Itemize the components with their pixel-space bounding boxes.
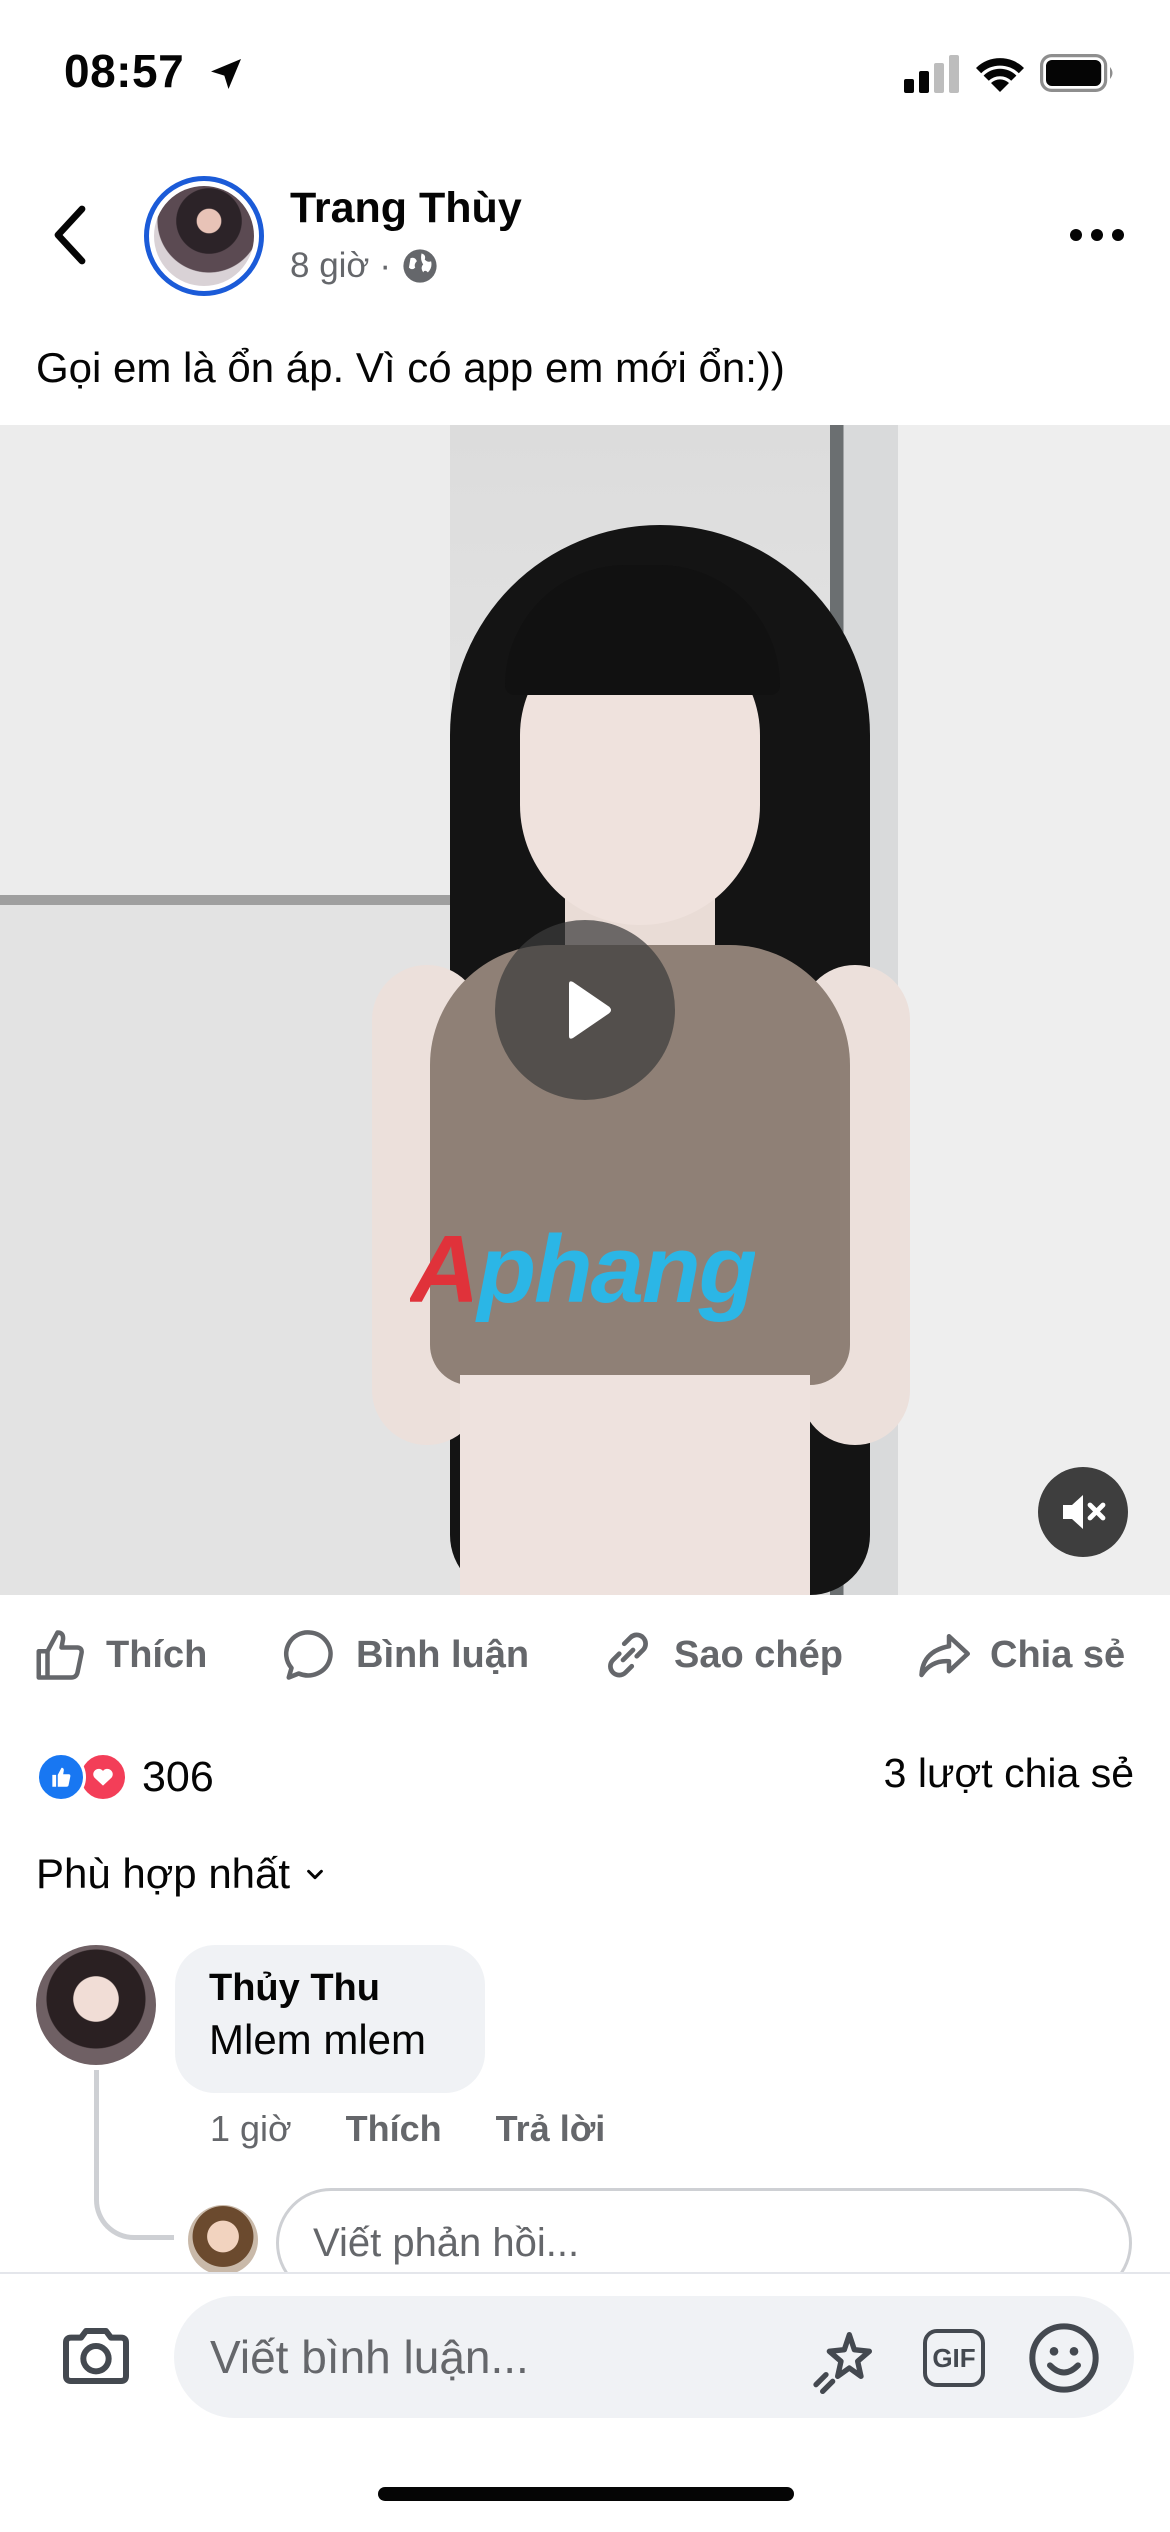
- author-avatar-image: [154, 186, 254, 286]
- commenter-avatar[interactable]: [36, 1945, 156, 2065]
- comment-time: 1 giờ: [210, 2108, 292, 2149]
- like-reaction-icon: [36, 1752, 86, 1802]
- share-arrow-icon: [919, 1634, 970, 1678]
- comment-bubble-icon: [283, 1630, 333, 1680]
- avatar-sticker-icon[interactable]: [806, 2318, 886, 2398]
- comment-input-placeholder: Viết bình luận...: [210, 2331, 529, 2383]
- back-button[interactable]: [40, 200, 100, 270]
- battery-icon: [1040, 54, 1113, 92]
- more-dot-icon: [1091, 229, 1103, 241]
- post-meta: 8 giờ ·: [290, 246, 439, 286]
- more-dot-icon: [1112, 229, 1124, 241]
- comment-reply-button[interactable]: Trả lời: [496, 2108, 606, 2150]
- share-button[interactable]: Chia sẻ: [914, 1610, 1125, 1700]
- thumbs-up-icon: [36, 1630, 84, 1680]
- share-count[interactable]: 3 lượt chia sẻ: [884, 1750, 1134, 1797]
- comment-bubble[interactable]: Thủy Thu Mlem mlem: [175, 1945, 485, 2093]
- video-subject-waist: [460, 1375, 810, 1595]
- gif-label: GIF: [923, 2329, 985, 2387]
- link-icon: [608, 1632, 648, 1678]
- chevron-down-icon: [307, 1869, 323, 1880]
- post-actions-bar: Thích Bình luận Sao chép Chia sẻ: [0, 1610, 1170, 1700]
- post-video[interactable]: Aphang: [0, 425, 1170, 1595]
- emoji-icon[interactable]: [1024, 2318, 1104, 2398]
- comment-like-button[interactable]: Thích: [346, 2108, 442, 2150]
- author-name[interactable]: Trang Thùy: [290, 184, 522, 233]
- mute-button[interactable]: [1038, 1467, 1128, 1557]
- author-avatar[interactable]: [144, 176, 264, 296]
- speaker-muted-icon: [1063, 1495, 1106, 1529]
- status-time: 08:57: [64, 45, 185, 97]
- home-indicator[interactable]: [378, 2487, 794, 2501]
- comment-label: Bình luận: [356, 1633, 530, 1676]
- meta-separator: ·: [379, 246, 392, 285]
- post-caption: Gọi em là ổn áp. Vì có app em mới ổn:)): [36, 344, 785, 391]
- copy-link-button[interactable]: Sao chép: [598, 1610, 843, 1700]
- wifi-icon: [976, 58, 1024, 92]
- camera-icon[interactable]: [56, 2316, 136, 2396]
- comment-sort-label: Phù hợp nhất: [36, 1850, 291, 1897]
- more-options-button[interactable]: [1060, 210, 1134, 260]
- chevron-left-icon: [54, 205, 86, 265]
- comment-sort-dropdown[interactable]: Phù hợp nhất: [36, 1850, 326, 1898]
- current-user-avatar: [188, 2205, 258, 2275]
- gif-button[interactable]: GIF: [914, 2318, 994, 2398]
- post-time[interactable]: 8 giờ: [290, 246, 369, 286]
- like-button[interactable]: Thích: [30, 1610, 207, 1700]
- more-dot-icon: [1070, 229, 1082, 241]
- cellular-signal-icon: [904, 55, 959, 93]
- play-button[interactable]: [495, 920, 675, 1100]
- share-label: Chia sẻ: [990, 1633, 1126, 1676]
- status-bar: 08:57: [0, 0, 1170, 150]
- reply-placeholder: Viết phản hồi...: [313, 2220, 580, 2265]
- copy-label: Sao chép: [674, 1633, 843, 1676]
- comment-button[interactable]: Bình luận: [280, 1610, 529, 1700]
- play-icon: [569, 981, 611, 1039]
- globe-icon: [403, 249, 437, 283]
- location-arrow-icon: [211, 59, 241, 89]
- reply-thread-line: [94, 2070, 174, 2240]
- comment-meta: 1 giờ Thích Trả lời: [210, 2108, 605, 2150]
- reaction-summary[interactable]: 306: [36, 1745, 214, 1809]
- video-background-wall: [0, 425, 450, 895]
- comment-text: Mlem mlem: [209, 2016, 426, 2063]
- reaction-count: 306: [142, 1752, 214, 1801]
- comment-author[interactable]: Thủy Thu: [209, 1967, 451, 2010]
- video-watermark: Aphang: [410, 1216, 757, 1323]
- like-label: Thích: [106, 1633, 208, 1676]
